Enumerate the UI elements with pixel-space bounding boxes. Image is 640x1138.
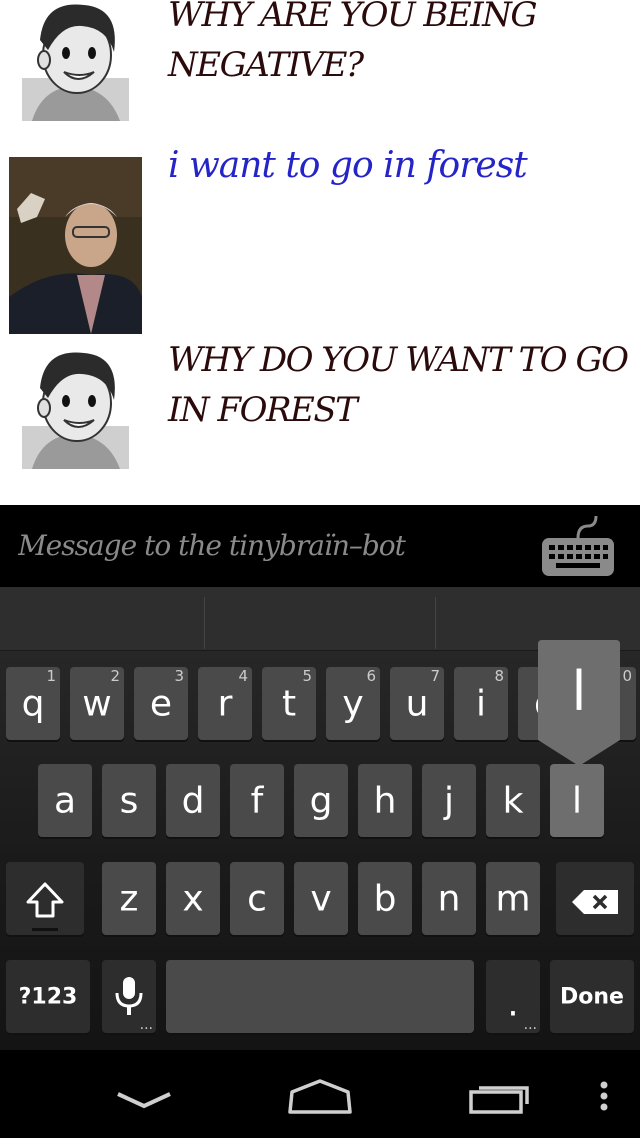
home-button[interactable] [270,1050,370,1138]
back-icon [116,1090,172,1114]
period-key[interactable]: .... [486,960,540,1033]
menu-button[interactable] [585,1050,625,1138]
bot-message: WHY DO YOU WANT TO GO IN FOREST [168,340,629,430]
navigation-bar [0,1050,640,1138]
key-q[interactable]: 1q [6,667,60,740]
home-icon [286,1078,354,1120]
key-m[interactable]: m [486,862,540,935]
key-b[interactable]: b [358,862,412,935]
bot-avatar [22,0,129,121]
key-n[interactable]: n [422,862,476,935]
space-key[interactable] [166,960,474,1033]
shift-key[interactable] [6,862,84,935]
key-v[interactable]: v [294,862,348,935]
key-preview-label: l [571,660,587,723]
symbols-key[interactable]: ?123 [6,960,90,1033]
user-message: i want to go in forest [168,145,528,186]
user-photo [9,157,142,334]
key-preview-popup: l [536,640,622,768]
key-w[interactable]: 2w [70,667,124,740]
key-h[interactable]: h [358,764,412,837]
key-r[interactable]: 4r [198,667,252,740]
key-u[interactable]: 7u [390,667,444,740]
mic-key[interactable]: ... [102,960,156,1033]
recents-icon [467,1080,533,1120]
shift-icon [24,880,66,931]
done-key[interactable]: Done [550,960,634,1033]
bot-avatar [22,348,129,469]
key-f[interactable]: f [230,764,284,837]
key-k[interactable]: k [486,764,540,837]
key-a[interactable]: a [38,764,92,837]
recents-button[interactable] [455,1050,545,1138]
key-z[interactable]: z [102,862,156,935]
key-g[interactable]: g [294,764,348,837]
delete-icon [570,884,620,925]
key-j[interactable]: j [422,764,476,837]
key-e[interactable]: 3e [134,667,188,740]
menu-icon [599,1081,609,1115]
message-input[interactable] [18,523,518,567]
key-x[interactable]: x [166,862,220,935]
key-t[interactable]: 5t [262,667,316,740]
key-c[interactable]: c [230,862,284,935]
key-i[interactable]: 8i [454,667,508,740]
key-l[interactable]: l [550,764,604,837]
key-s[interactable]: s [102,764,156,837]
key-y[interactable]: 6y [326,667,380,740]
delete-key[interactable] [556,862,634,935]
key-d[interactable]: d [166,764,220,837]
chat-area: WHY ARE YOU BEING NEGATIVE? i want to go… [0,0,640,505]
bot-message: WHY ARE YOU BEING NEGATIVE? [168,0,538,85]
back-button[interactable] [100,1050,190,1138]
keyboard-icon[interactable] [538,512,618,582]
